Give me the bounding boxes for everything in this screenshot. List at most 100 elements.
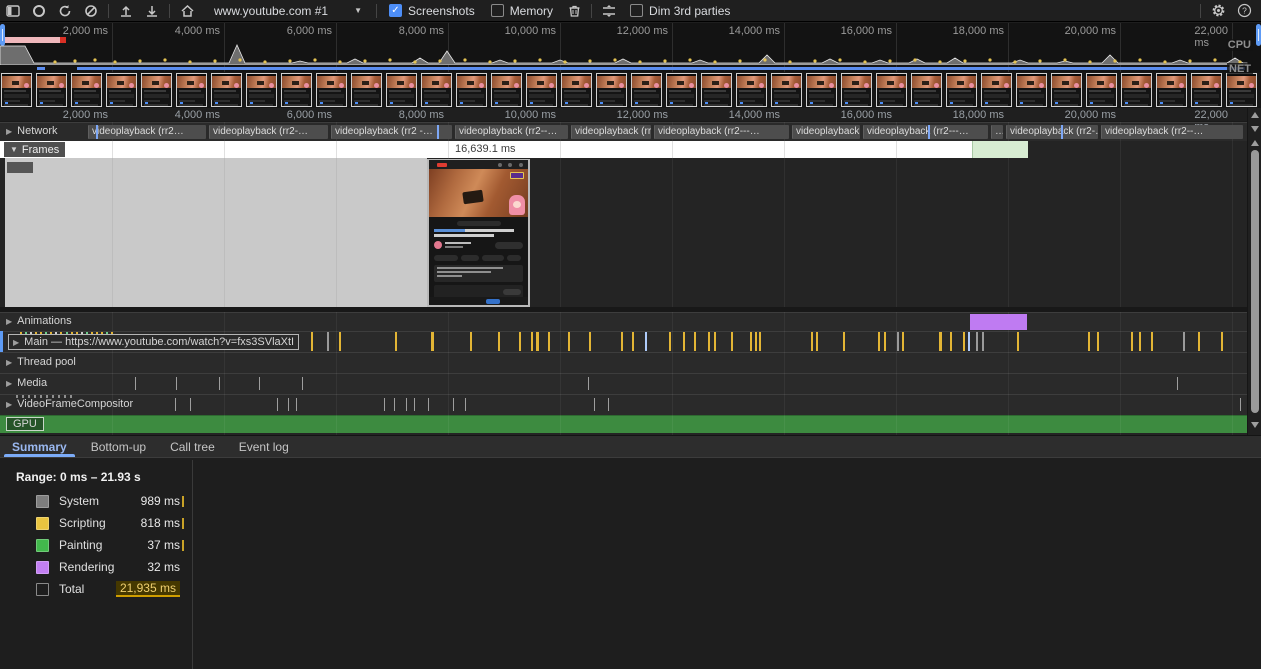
vfc-event-tick[interactable] bbox=[277, 398, 278, 411]
vfc-track-label[interactable]: ▶ VideoFrameCompositor bbox=[6, 398, 133, 410]
vfc-event-tick[interactable] bbox=[414, 398, 415, 411]
network-request-bar[interactable]: videoplayback (rr2 -… bbox=[331, 125, 452, 139]
main-task-mark[interactable] bbox=[327, 332, 329, 351]
main-task-mark[interactable] bbox=[645, 332, 647, 351]
network-request-bar[interactable]: videoplayback (rr2-… bbox=[209, 125, 328, 139]
help-icon[interactable]: ? bbox=[1231, 1, 1257, 21]
filmstrip-thumbnail[interactable] bbox=[981, 73, 1012, 107]
timeline-overview[interactable]: 2,000 ms4,000 ms6,000 ms8,000 ms10,000 m… bbox=[0, 23, 1261, 72]
filmstrip-thumbnail[interactable] bbox=[1, 73, 32, 107]
main-task-mark[interactable] bbox=[708, 332, 710, 351]
filmstrip-thumbnail[interactable] bbox=[141, 73, 172, 107]
tab-bottom-up[interactable]: Bottom-up bbox=[79, 436, 158, 457]
filmstrip-thumbnail[interactable] bbox=[771, 73, 802, 107]
main-task-mark[interactable] bbox=[902, 332, 904, 351]
flame-collapse-icon[interactable] bbox=[596, 1, 622, 21]
filmstrip-thumbnail[interactable] bbox=[876, 73, 907, 107]
main-task-mark[interactable] bbox=[1017, 332, 1019, 351]
network-request-bar[interactable]: videoplayback (rr2-… bbox=[1006, 125, 1098, 139]
media-event-tick[interactable] bbox=[135, 377, 136, 390]
scroll-down-icon[interactable] bbox=[1251, 422, 1259, 428]
main-task-mark[interactable] bbox=[897, 332, 899, 351]
frames-ok-frame[interactable] bbox=[972, 141, 1028, 158]
scroll-up-icon[interactable] bbox=[1251, 140, 1259, 146]
main-task-mark[interactable] bbox=[878, 332, 880, 351]
network-request-bar[interactable]: videoplayback (rr… bbox=[792, 125, 860, 139]
filmstrip-thumbnail[interactable] bbox=[71, 73, 102, 107]
filmstrip-thumbnail[interactable] bbox=[701, 73, 732, 107]
filmstrip-thumbnail[interactable] bbox=[351, 73, 382, 107]
main-task-mark[interactable] bbox=[759, 332, 761, 351]
main-task-mark[interactable] bbox=[982, 332, 984, 351]
filmstrip-thumbnail[interactable] bbox=[526, 73, 557, 107]
filmstrip-thumbnail[interactable] bbox=[596, 73, 627, 107]
network-request-bar[interactable]: videoplayback (rr2---… bbox=[654, 125, 789, 139]
main-task-mark[interactable] bbox=[470, 332, 472, 351]
main-task-mark[interactable] bbox=[311, 332, 313, 351]
main-task-mark[interactable] bbox=[1097, 332, 1099, 351]
network-request-bar[interactable]: videoplayback (rr2---… bbox=[863, 125, 988, 139]
filmstrip-thumbnail[interactable] bbox=[386, 73, 417, 107]
settings-gear-icon[interactable] bbox=[1205, 1, 1231, 21]
main-task-mark[interactable] bbox=[884, 332, 886, 351]
main-task-mark[interactable] bbox=[339, 332, 341, 351]
main-task-mark[interactable] bbox=[731, 332, 733, 351]
filmstrip-thumbnail[interactable] bbox=[1086, 73, 1117, 107]
filmstrip-thumbnail[interactable] bbox=[1156, 73, 1187, 107]
main-task-mark[interactable] bbox=[750, 332, 752, 351]
main-task-mark[interactable] bbox=[536, 332, 539, 351]
filmstrip-thumbnail[interactable] bbox=[946, 73, 977, 107]
filmstrip-thumbnail[interactable] bbox=[666, 73, 697, 107]
vertical-scrollbar[interactable] bbox=[1247, 108, 1261, 435]
vfc-event-tick[interactable] bbox=[175, 398, 176, 411]
media-event-tick[interactable] bbox=[219, 377, 220, 390]
main-task-mark[interactable] bbox=[1151, 332, 1153, 351]
main-task-mark[interactable] bbox=[976, 332, 978, 351]
filmstrip-thumbnail[interactable] bbox=[561, 73, 592, 107]
vfc-event-tick[interactable] bbox=[453, 398, 454, 411]
vfc-event-tick[interactable] bbox=[288, 398, 289, 411]
main-task-mark[interactable] bbox=[683, 332, 685, 351]
network-request-bar[interactable]: … bbox=[991, 125, 1003, 139]
main-task-mark[interactable] bbox=[669, 332, 671, 351]
animations-track-label[interactable]: ▶ Animations bbox=[6, 315, 72, 327]
main-task-mark[interactable] bbox=[632, 332, 634, 351]
filmstrip-thumbnail[interactable] bbox=[1226, 73, 1257, 107]
main-task-mark[interactable] bbox=[843, 332, 845, 351]
filmstrip-thumbnail[interactable] bbox=[176, 73, 207, 107]
filmstrip-thumbnail[interactable] bbox=[246, 73, 277, 107]
filmstrip-thumbnail[interactable] bbox=[281, 73, 312, 107]
main-task-mark[interactable] bbox=[963, 332, 965, 351]
vfc-event-tick[interactable] bbox=[296, 398, 297, 411]
filmstrip-thumbnail[interactable] bbox=[631, 73, 662, 107]
main-task-mark[interactable] bbox=[939, 332, 942, 351]
main-task-mark[interactable] bbox=[1139, 332, 1141, 351]
media-event-tick[interactable] bbox=[1177, 377, 1178, 390]
panel-toggle-icon[interactable] bbox=[0, 1, 26, 21]
main-task-mark[interactable] bbox=[395, 332, 397, 351]
main-task-mark[interactable] bbox=[589, 332, 591, 351]
dim-3rd-parties-checkbox[interactable]: Dim 3rd parties bbox=[630, 4, 730, 18]
media-track-label[interactable]: ▶ Media bbox=[6, 377, 47, 389]
scroll-up-icon[interactable] bbox=[1251, 112, 1259, 118]
memory-checkbox[interactable]: Memory bbox=[491, 4, 553, 18]
main-task-mark[interactable] bbox=[755, 332, 757, 351]
upload-profile-icon[interactable] bbox=[113, 1, 139, 21]
filmstrip-thumbnail[interactable] bbox=[1051, 73, 1082, 107]
main-task-mark[interactable] bbox=[968, 332, 970, 351]
vfc-event-tick[interactable] bbox=[406, 398, 407, 411]
main-task-mark[interactable] bbox=[694, 332, 696, 351]
filmstrip-thumbnail[interactable] bbox=[806, 73, 837, 107]
filmstrip-thumbnail[interactable] bbox=[421, 73, 452, 107]
filmstrip-thumbnail[interactable] bbox=[841, 73, 872, 107]
network-request-bar[interactable]: videoplayback (rr2--… bbox=[455, 125, 568, 139]
vfc-event-tick[interactable] bbox=[394, 398, 395, 411]
main-task-mark[interactable] bbox=[950, 332, 952, 351]
frames-track-label[interactable]: ▼ Frames bbox=[4, 142, 65, 157]
vfc-event-tick[interactable] bbox=[428, 398, 429, 411]
network-request-bar[interactable]: videoplayback (rr2… bbox=[88, 125, 206, 139]
record-icon[interactable] bbox=[26, 1, 52, 21]
vfc-event-tick[interactable] bbox=[465, 398, 466, 411]
filmstrip-thumbnail[interactable] bbox=[316, 73, 347, 107]
thread-pool-track-label[interactable]: ▶ Thread pool bbox=[6, 356, 76, 368]
